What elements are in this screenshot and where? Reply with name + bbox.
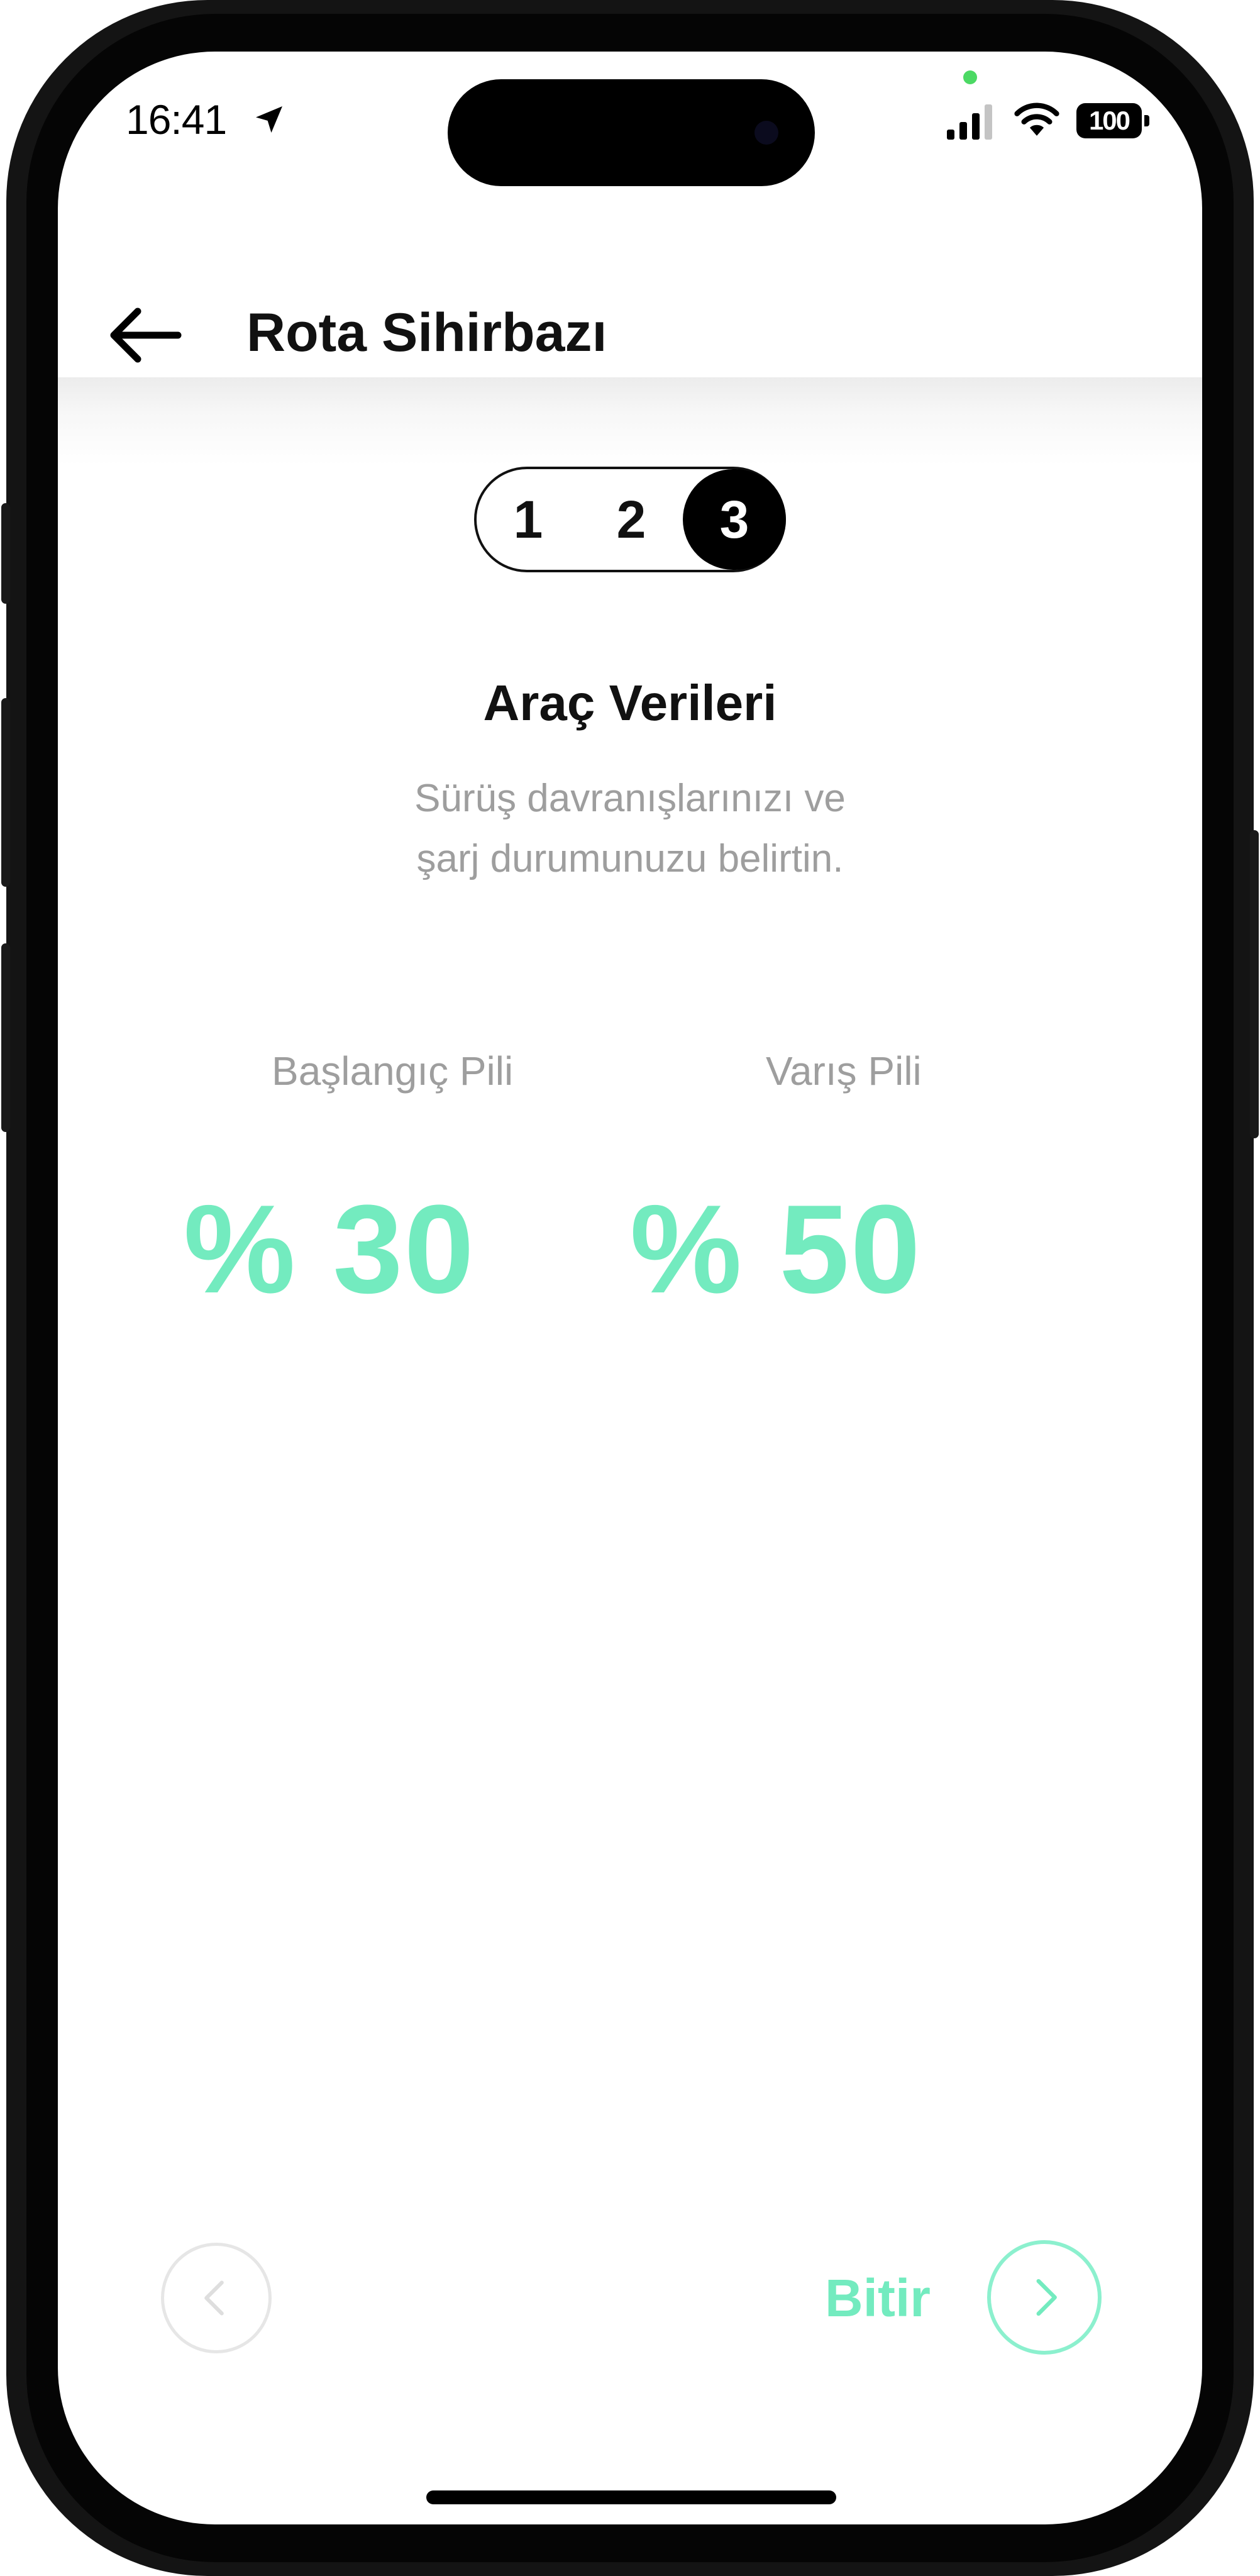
- arrow-left-icon: [110, 308, 182, 363]
- chevron-right-icon: [1036, 2279, 1057, 2316]
- start-battery-label: Başlangıç Pili: [272, 1048, 514, 1094]
- battery-icon: 100: [1076, 103, 1151, 138]
- battery-level: 100: [1076, 103, 1142, 138]
- finish-button-label[interactable]: Bitir: [825, 2268, 931, 2329]
- page-title: Rota Sihirbazı: [246, 303, 607, 363]
- section-description-line-1: Sürüş davranışlarınızı ve: [414, 777, 846, 820]
- side-button-volume-up: [1, 698, 10, 887]
- signal-icon: [947, 104, 992, 140]
- side-button-volume-down: [1, 943, 10, 1132]
- section-title: Araç Verileri: [483, 675, 777, 731]
- app-screen: 16:41 100 Rota Sihirbazı 1 2 3 Araç Veri…: [58, 52, 1202, 2524]
- step-3-active[interactable]: 3: [683, 469, 786, 570]
- header-shadow: [58, 377, 1202, 465]
- chevron-left-icon: [204, 2280, 224, 2316]
- status-time: 16:41: [126, 96, 227, 143]
- section-description-line-2: şarj durumunuzu belirtin.: [416, 837, 844, 880]
- step-2[interactable]: 2: [580, 469, 683, 570]
- location-arrow-icon: [256, 106, 282, 133]
- battery-tip: [1144, 115, 1149, 126]
- home-indicator[interactable]: [426, 2490, 836, 2504]
- end-battery-value[interactable]: % 50: [630, 1177, 922, 1322]
- end-battery-label: Varış Pili: [766, 1048, 922, 1094]
- status-bar: 16:41 100: [58, 52, 1202, 186]
- section-description: Sürüş davranışlarınızı ve şarj durumunuz…: [58, 769, 1202, 889]
- privacy-indicator-dot: [963, 70, 977, 84]
- side-button-power: [1250, 830, 1259, 1138]
- next-button[interactable]: [987, 2240, 1102, 2355]
- step-1[interactable]: 1: [477, 469, 580, 570]
- side-button-mute: [1, 503, 10, 604]
- wifi-icon: [1014, 103, 1059, 136]
- previous-button[interactable]: [161, 2243, 272, 2353]
- step-indicator: 1 2 3: [474, 467, 786, 572]
- back-button[interactable]: [104, 294, 186, 376]
- camera-dot: [754, 121, 778, 145]
- dynamic-island: [448, 79, 815, 186]
- start-battery-value[interactable]: % 30: [184, 1177, 475, 1322]
